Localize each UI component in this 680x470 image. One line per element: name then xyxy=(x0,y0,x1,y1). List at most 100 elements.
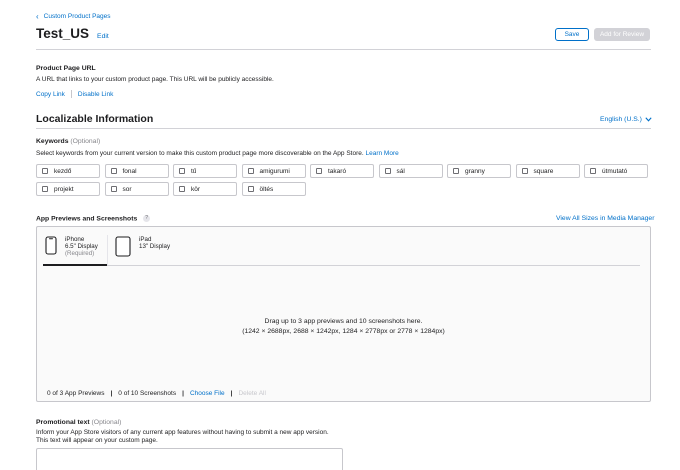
view-all-sizes-link[interactable]: View All Sizes in Media Manager xyxy=(556,215,654,222)
keyword-label: amigurumi xyxy=(259,167,290,175)
keyword-checkbox[interactable]: útmutató xyxy=(584,164,648,178)
promo-heading: Promotional text (Optional) xyxy=(36,419,121,426)
learn-more-link[interactable]: Learn More xyxy=(366,150,399,157)
ipad-icon xyxy=(115,236,131,257)
tab-divider xyxy=(107,235,108,265)
promo-description-2: This text will appear on your custom pag… xyxy=(36,437,158,444)
checkbox-icon xyxy=(521,168,528,174)
url-actions: Copy Link Disable Link xyxy=(36,90,113,98)
checkbox-icon xyxy=(110,168,117,174)
keyword-checkbox[interactable]: sál xyxy=(378,164,443,178)
add-for-review-button[interactable]: Add for Review xyxy=(594,28,650,41)
keyword-label: útmutató xyxy=(602,167,628,175)
previews-count: 0 of 3 App Previews xyxy=(47,390,105,397)
chevron-down-icon xyxy=(645,117,652,122)
keywords-description: Select keywords from your current versio… xyxy=(36,150,364,157)
divider xyxy=(36,128,651,129)
promo-text-input[interactable] xyxy=(36,448,343,470)
separator: | xyxy=(230,390,233,397)
promo-description-1: Inform your App Store visitors of any cu… xyxy=(36,429,329,436)
keyword-checkbox[interactable]: sor xyxy=(104,182,169,196)
product-url-description: A URL that links to your custom product … xyxy=(36,76,274,83)
choose-file-link[interactable]: Choose File xyxy=(190,390,225,397)
drop-sizes: (1242 × 2688px, 2688 × 1242px, 1284 × 27… xyxy=(242,328,445,335)
keyword-label: öltés xyxy=(259,185,274,193)
keyword-label: square xyxy=(533,167,554,175)
tab-iphone-text: iPhone 6.5" Display (Required) xyxy=(65,236,98,257)
keyword-checkbox[interactable]: kezdő xyxy=(36,164,100,178)
checkbox-icon xyxy=(590,168,596,174)
keywords-label: Keywords xyxy=(36,138,69,145)
tab-iphone-name: iPhone xyxy=(65,236,85,243)
separator: | xyxy=(110,390,113,397)
tabs-underline xyxy=(43,265,640,266)
promo-label: Promotional text xyxy=(36,419,90,426)
checkbox-icon xyxy=(316,168,322,174)
save-button[interactable]: Save xyxy=(555,28,589,41)
page-title: Test_US xyxy=(36,26,90,41)
checkbox-icon xyxy=(384,168,391,174)
tab-iphone[interactable]: iPhone 6.5" Display (Required) xyxy=(45,236,98,257)
checkbox-icon xyxy=(42,168,48,174)
keyword-label: takaró xyxy=(328,167,347,175)
screenshots-count: 0 of 10 Screenshots xyxy=(118,390,177,397)
edit-link[interactable]: Edit xyxy=(97,33,109,40)
keyword-checkbox[interactable]: takaró xyxy=(310,164,374,178)
keyword-label: granny xyxy=(465,167,485,175)
breadcrumb[interactable]: ‹ Custom Product Pages xyxy=(36,11,111,21)
keyword-grid: kezdő fonal tű amigurumi takaró sál gran… xyxy=(36,164,650,196)
checkbox-icon xyxy=(179,186,185,192)
keywords-description-row: Select keywords from your current versio… xyxy=(36,150,399,157)
language-selector[interactable]: English (U.S.) xyxy=(600,116,652,123)
breadcrumb-link[interactable]: Custom Product Pages xyxy=(44,13,111,20)
keyword-checkbox[interactable]: tű xyxy=(173,164,237,178)
section-title-localizable: Localizable Information xyxy=(36,113,154,125)
separator xyxy=(70,90,72,98)
language-label: English (U.S.) xyxy=(600,116,642,123)
keyword-label: fonal xyxy=(122,167,137,175)
keyword-checkbox[interactable]: fonal xyxy=(104,164,169,178)
checkbox-icon xyxy=(247,186,254,192)
checkbox-icon xyxy=(110,186,117,192)
keywords-heading: Keywords (Optional) xyxy=(36,138,100,145)
media-counts: 0 of 3 App Previews | 0 of 10 Screenshot… xyxy=(47,390,266,397)
checkbox-icon xyxy=(247,168,254,174)
promo-optional: (Optional) xyxy=(91,419,122,426)
tab-ipad-name: iPad xyxy=(139,236,152,243)
copy-link[interactable]: Copy Link xyxy=(36,91,65,98)
tab-ipad-size: 13" Display xyxy=(139,243,171,250)
active-tab-indicator xyxy=(43,264,107,266)
keyword-checkbox[interactable]: granny xyxy=(447,164,511,178)
keyword-label: kör xyxy=(191,185,201,193)
iphone-icon xyxy=(45,236,57,255)
keyword-label: sál xyxy=(396,167,405,175)
keyword-checkbox[interactable]: amigurumi xyxy=(241,164,306,178)
media-dropzone[interactable]: iPhone 6.5" Display (Required) iPad 13" … xyxy=(36,226,651,402)
keyword-label: projekt xyxy=(54,185,74,193)
media-heading: App Previews and Screenshots ? xyxy=(36,215,151,223)
product-url-label: Product Page URL xyxy=(36,65,96,72)
media-label: App Previews and Screenshots xyxy=(36,215,138,223)
keyword-checkbox[interactable]: öltés xyxy=(241,182,306,196)
delete-all-link: Delete All xyxy=(238,390,266,397)
keyword-label: tű xyxy=(191,167,197,175)
help-icon[interactable]: ? xyxy=(143,215,151,222)
keyword-label: sor xyxy=(122,185,132,193)
separator: | xyxy=(182,390,184,397)
drop-instructions: Drag up to 3 app previews and 10 screens… xyxy=(264,318,423,325)
tab-iphone-size: 6.5" Display xyxy=(65,243,98,250)
keyword-label: kezdő xyxy=(54,167,72,175)
keyword-checkbox[interactable]: square xyxy=(515,164,580,178)
checkbox-icon xyxy=(453,168,459,174)
divider xyxy=(36,49,651,50)
tab-ipad-text: iPad 13" Display xyxy=(139,236,170,250)
tab-ipad[interactable]: iPad 13" Display xyxy=(115,236,170,257)
keyword-checkbox[interactable]: projekt xyxy=(36,182,100,196)
keywords-optional: (Optional) xyxy=(70,138,101,145)
chevron-left-icon: ‹ xyxy=(36,11,39,21)
keyword-checkbox[interactable]: kör xyxy=(173,182,237,196)
checkbox-icon xyxy=(179,168,185,174)
title-row: Test_US Edit xyxy=(36,26,109,41)
checkbox-icon xyxy=(42,186,48,192)
disable-link[interactable]: Disable Link xyxy=(78,91,113,98)
